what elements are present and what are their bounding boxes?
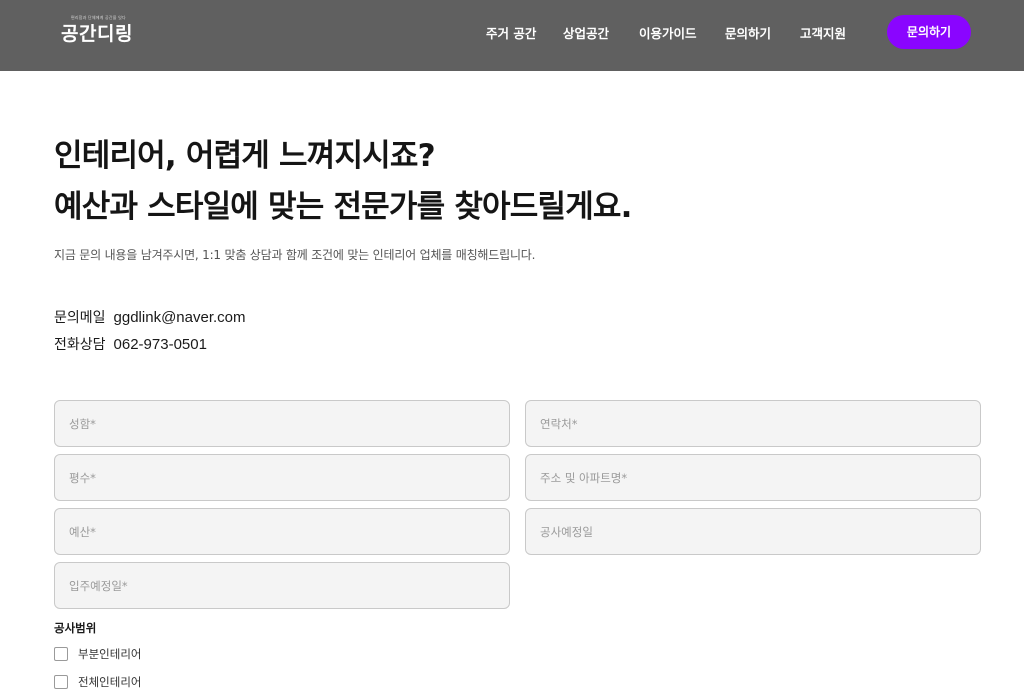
headline-line-1: 인테리어, 어렵게 느껴지시죠? xyxy=(54,138,436,174)
scope-label: 공사범위 xyxy=(54,621,97,635)
full-interior-label: 전체인테리어 xyxy=(78,675,142,689)
contact-email-label: 문의메일 xyxy=(54,310,106,326)
nav-item-inquiry[interactable]: 문의하기 xyxy=(725,24,771,44)
nav-item-residential[interactable]: 주거 공간 xyxy=(486,24,536,44)
phone-input[interactable] xyxy=(525,400,981,447)
site-header: 편리함과 단체에게 공간을 잇다 공간디링 주거 공간 상업공간 이용가이드 문… xyxy=(0,0,1024,71)
budget-input[interactable] xyxy=(54,508,510,555)
nav-item-guide[interactable]: 이용가이드 xyxy=(639,24,697,44)
logo-text: 공간디링 xyxy=(61,23,133,45)
scope-option-partial[interactable]: 부분인테리어 xyxy=(54,645,141,663)
area-input[interactable] xyxy=(54,454,510,501)
partial-interior-checkbox[interactable] xyxy=(54,647,68,661)
nav-item-support[interactable]: 고객지원 xyxy=(800,24,846,44)
contact-phone-row: 전화상담 062-973-0501 xyxy=(54,335,207,355)
name-input[interactable] xyxy=(54,400,510,447)
hero-subtext: 지금 문의 내용을 남겨주시면, 1:1 맞춤 상담과 함께 조건에 맞는 인테… xyxy=(54,248,536,262)
contact-email-value[interactable]: ggdlink@naver.com xyxy=(114,309,246,326)
address-input[interactable] xyxy=(525,454,981,501)
headline-line-2: 예산과 스타일에 맞는 전문가를 찾아드릴게요. xyxy=(54,189,632,225)
inquiry-cta-button[interactable]: 문의하기 xyxy=(887,15,971,49)
full-interior-checkbox[interactable] xyxy=(54,675,68,689)
contact-phone-value[interactable]: 062-973-0501 xyxy=(114,336,207,353)
contact-phone-label: 전화상담 xyxy=(54,337,106,353)
construction-date-input[interactable] xyxy=(525,508,981,555)
scope-option-full[interactable]: 전체인테리어 xyxy=(54,673,141,691)
logo[interactable]: 편리함과 단체에게 공간을 잇다 공간디링 xyxy=(61,14,151,54)
nav-item-commercial[interactable]: 상업공간 xyxy=(563,24,609,44)
partial-interior-label: 부분인테리어 xyxy=(78,647,142,661)
contact-email-row: 문의메일 ggdlink@naver.com xyxy=(54,308,246,328)
move-in-date-input[interactable] xyxy=(54,562,510,609)
logo-tagline: 편리함과 단체에게 공간을 잇다 xyxy=(71,15,126,20)
